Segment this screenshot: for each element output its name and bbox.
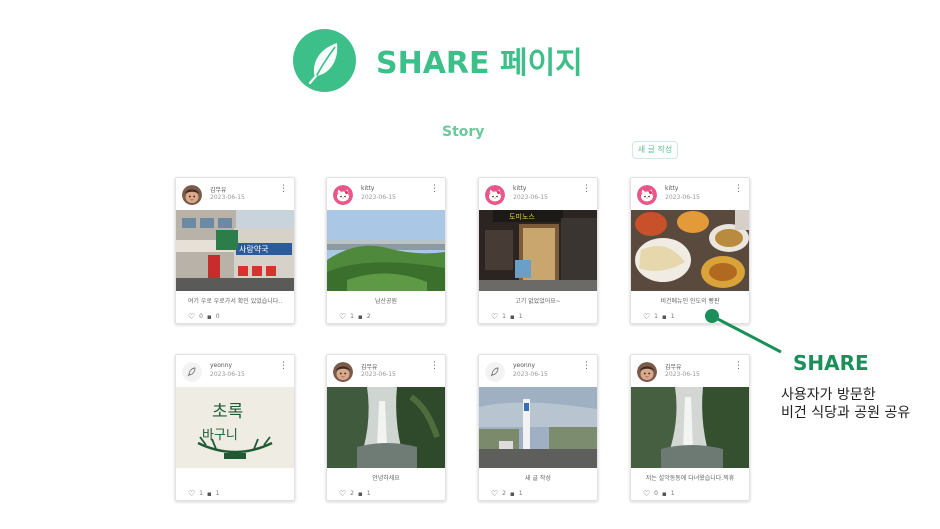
annotation-description: 사용자가 방문한 비건 식당과 공원 공유 <box>781 386 910 422</box>
annotation-title: SHARE <box>793 351 869 375</box>
annotation-line-1: 사용자가 방문한 <box>781 387 876 403</box>
annotation-connector <box>705 309 782 354</box>
annotation-line-2: 비건 식당과 공원 공유 <box>781 405 911 421</box>
